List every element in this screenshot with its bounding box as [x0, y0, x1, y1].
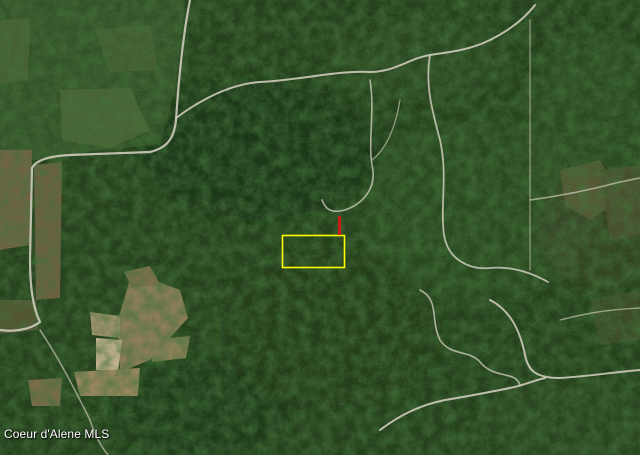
- access-marker: [338, 216, 341, 235]
- satellite-imagery: [0, 0, 640, 455]
- satellite-map[interactable]: Coeur d'Alene MLS: [0, 0, 640, 455]
- mls-watermark: Coeur d'Alene MLS: [4, 427, 110, 441]
- canopy-grain: [0, 0, 640, 455]
